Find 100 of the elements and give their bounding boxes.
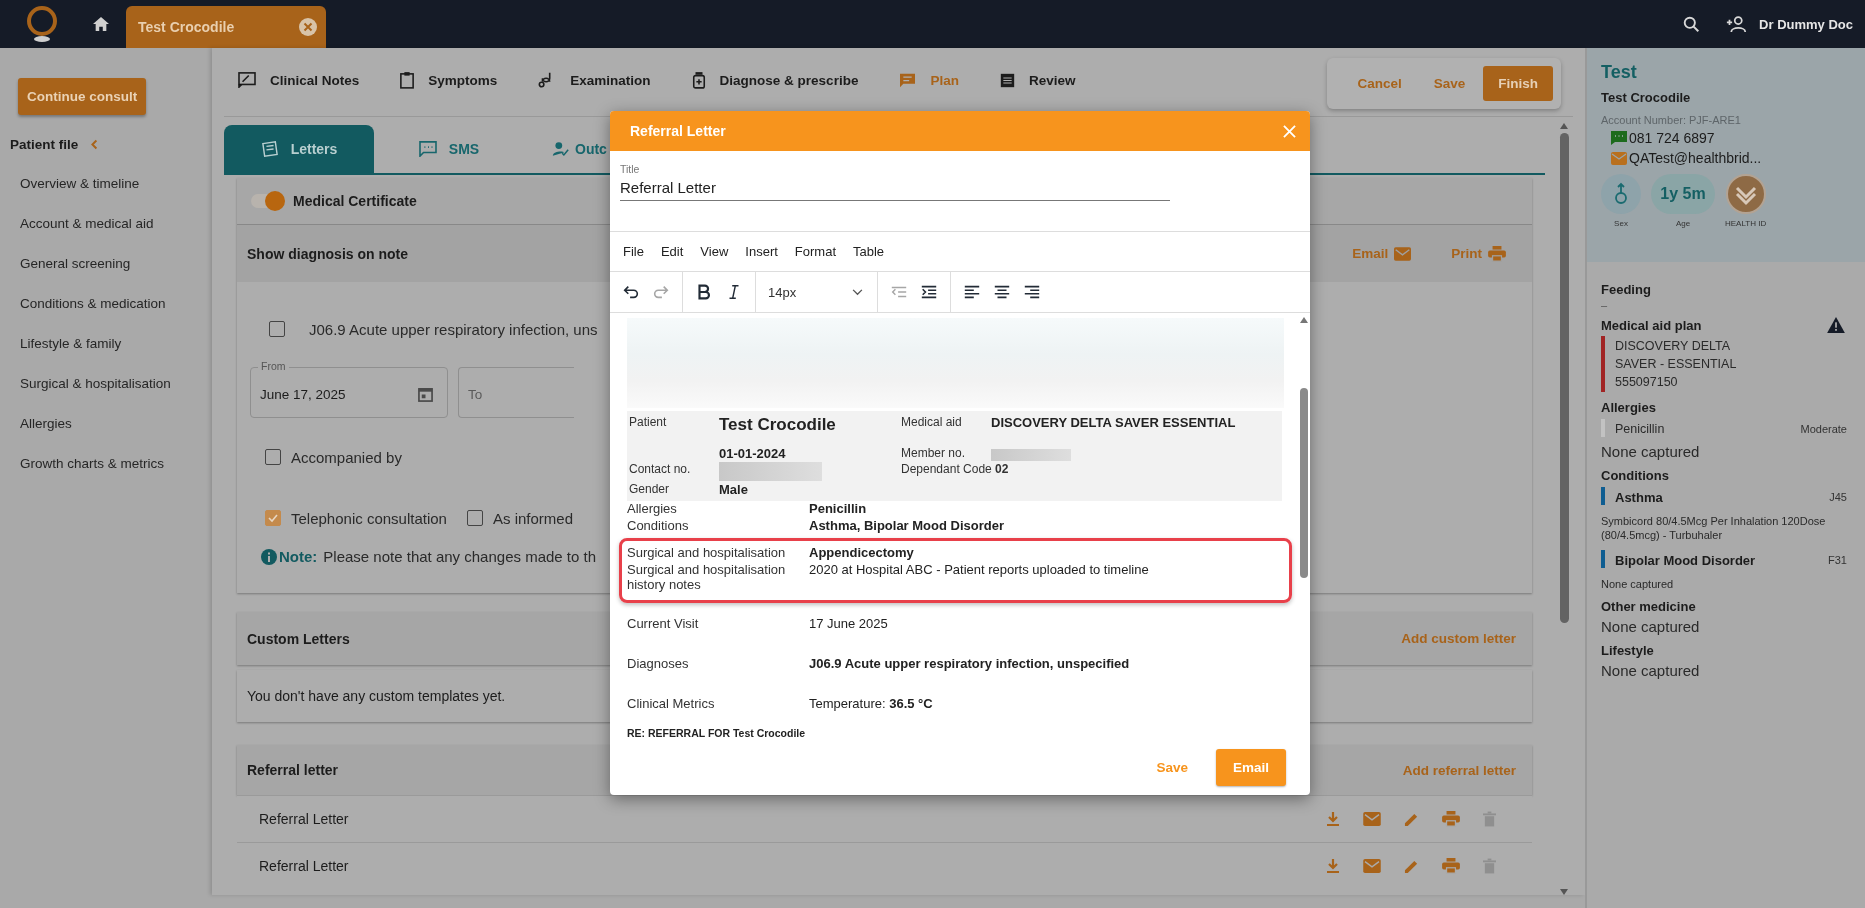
section-title: Lifestyle — [1601, 643, 1655, 658]
add-person-icon[interactable] — [1726, 15, 1748, 33]
list-icon — [999, 72, 1015, 88]
condition-code: F31 — [1828, 554, 1847, 566]
badge-label: Sex — [1614, 219, 1628, 228]
checkbox[interactable] — [265, 510, 281, 526]
close-icon[interactable] — [298, 17, 318, 37]
consult-tab[interactable]: Examination — [538, 71, 651, 89]
print-icon[interactable] — [1442, 858, 1460, 874]
field-label: Gender — [629, 482, 671, 497]
field-label: Member no. — [901, 445, 967, 461]
field-label: Medical aid — [901, 415, 963, 431]
home-icon[interactable] — [92, 16, 110, 32]
pencil-icon[interactable] — [1404, 858, 1419, 874]
patient-tab-label: Test Crocodile — [138, 19, 235, 35]
close-icon[interactable] — [1283, 124, 1296, 138]
consult-tab[interactable]: Clinical Notes — [238, 72, 360, 88]
patient-file-heading: Patient file — [10, 137, 79, 152]
phone-number: 081 724 6897 — [1629, 130, 1715, 146]
letter-name: Referral Letter — [259, 858, 349, 874]
download-icon[interactable] — [1326, 811, 1340, 827]
checkbox[interactable] — [269, 321, 285, 337]
note-label: Note: — [279, 548, 318, 565]
menu-item[interactable]: Edit — [660, 244, 684, 259]
checkbox[interactable] — [466, 510, 483, 526]
warning-icon[interactable] — [1827, 317, 1845, 333]
title-field[interactable]: Title Referral Letter — [620, 163, 1170, 201]
menu-item[interactable]: Insert — [745, 244, 778, 259]
consult-tab[interactable]: Symptoms — [400, 71, 498, 89]
age-badge: 1y 5m — [1651, 174, 1715, 214]
health-id-icon[interactable] — [1725, 174, 1766, 214]
menu-item[interactable]: File — [623, 244, 644, 259]
field-label: From — [258, 360, 289, 372]
plan-name: DISCOVERY DELTA SAVER - ESSENTIAL — [1615, 338, 1738, 373]
info-icon — [261, 548, 277, 565]
chevron-left-icon[interactable] — [90, 139, 99, 150]
chevron-down-icon — [852, 288, 863, 296]
note-text: Please note that any changes made to th — [323, 548, 597, 565]
chat-icon — [418, 141, 437, 157]
email-address: QATest@healthbrid... — [1629, 150, 1762, 166]
mail-icon[interactable] — [1363, 859, 1381, 873]
field-value: Appendicectomy — [809, 545, 914, 562]
scroll-up-icon[interactable] — [1560, 123, 1568, 129]
consult-tab[interactable]: Diagnose & prescribe — [691, 71, 859, 89]
chat-icon — [899, 72, 917, 88]
condition-code: J45 — [1829, 491, 1847, 503]
sidebar-item[interactable]: Overview & timeline — [18, 164, 140, 204]
feeding-value: – — [1601, 299, 1609, 311]
allergy-name: Penicillin — [1615, 422, 1665, 436]
medication-text: None captured — [1601, 577, 1675, 591]
checkbox-label: Telephonic consultation — [291, 509, 447, 527]
sidebar-item[interactable]: Conditions & medication — [18, 284, 166, 324]
field-placeholder: To — [468, 387, 483, 402]
medication-text: Symbicord 80/4.5Mcg Per Inhalation 120Dose (80/4.5mcg) - Turbuhaler — [1601, 514, 1827, 542]
checkbox-label: As informed — [492, 509, 573, 527]
field-label: Current Visit — [627, 615, 700, 631]
mail-icon[interactable] — [1363, 812, 1381, 826]
section-title: Show diagnosis on note — [247, 245, 408, 262]
scroll-down-icon[interactable] — [1560, 889, 1568, 895]
section-title: Feeding — [1601, 282, 1652, 297]
date-of-birth: 01-01-2024 — [719, 445, 787, 461]
download-icon[interactable] — [1326, 858, 1340, 874]
consult-tab[interactable]: Review — [999, 72, 1076, 88]
sidebar-item[interactable]: General screening — [18, 244, 131, 284]
printer-icon — [1488, 245, 1506, 262]
gender-value: Male — [719, 482, 749, 497]
section-title: Allergies — [1601, 400, 1657, 415]
field-value: Temperature: 36.5 °C — [809, 695, 933, 711]
sidebar-item[interactable]: Lifestyle & family — [18, 324, 122, 364]
field-label: Conditions — [627, 518, 690, 535]
badge-label: HEALTH ID — [1725, 219, 1767, 228]
pencil-icon[interactable] — [1404, 811, 1419, 827]
calendar-icon[interactable] — [418, 387, 433, 402]
font-size-dropdown[interactable]: 14px — [762, 284, 871, 300]
checkbox[interactable] — [265, 449, 281, 465]
search-icon[interactable] — [1683, 15, 1701, 33]
user-name[interactable]: Dr Dummy Doc — [1759, 16, 1853, 32]
menu-item[interactable]: View — [700, 244, 729, 259]
field-label: Title — [620, 163, 641, 175]
scroll-up-icon[interactable] — [1300, 317, 1308, 323]
letter-tab[interactable]: Letters — [224, 125, 374, 173]
chat-icon — [1611, 131, 1627, 145]
clipboard-icon — [400, 71, 415, 89]
badge-label: Age — [1675, 219, 1691, 228]
letter-name: Referral Letter — [259, 811, 349, 827]
print-icon[interactable] — [1442, 811, 1460, 827]
medical-aid-value: DISCOVERY DELTA SAVER ESSENTIAL — [991, 415, 1237, 432]
toggle-switch[interactable] — [251, 194, 283, 208]
patient-name: Test Crocodile — [1601, 90, 1692, 105]
menu-item[interactable]: Format — [794, 244, 836, 259]
condition-name: Bipolar Mood Disorder — [1615, 552, 1756, 568]
plan-number: 555097150 — [1615, 374, 1679, 391]
empty-value: None captured — [1601, 618, 1701, 635]
sidebar-item[interactable]: Account & medical aid — [18, 204, 154, 244]
sidebar-item[interactable]: Surgical & hospitalisation — [18, 364, 171, 404]
severity-label: Moderate — [1800, 423, 1847, 435]
check-icon — [267, 512, 279, 524]
menu-item[interactable]: Table — [853, 244, 885, 259]
sidebar-item[interactable]: Allergies — [18, 404, 72, 444]
sidebar-item[interactable]: Growth charts & metrics — [18, 444, 165, 484]
